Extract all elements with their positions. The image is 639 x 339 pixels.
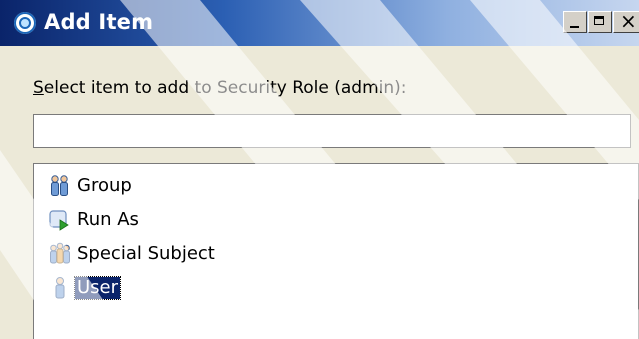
window-title: Add Item — [44, 10, 154, 34]
item-filter-input[interactable] — [33, 114, 631, 148]
add-item-dialog: Add Item Select item to add to Security … — [0, 0, 639, 339]
tree-item-special-subject-label: Special Subject — [77, 243, 215, 264]
select-item-label: Select item to add to Security Role (adm… — [33, 78, 407, 98]
tree-item-user-label: User — [73, 276, 122, 300]
user-icon — [48, 276, 72, 300]
maximize-button[interactable] — [588, 11, 612, 33]
tree-item-run-as-label: Run As — [77, 209, 139, 230]
tree-item-special-subject[interactable]: Special Subject — [48, 240, 217, 268]
app-icon — [14, 12, 36, 34]
item-tree[interactable]: Group Run As Special Subject User — [33, 163, 639, 339]
title-bar[interactable]: Add Item — [0, 0, 639, 46]
group-icon — [48, 174, 72, 198]
select-item-label-text: elect item to add to Security Role (admi… — [43, 78, 407, 98]
special-subject-icon — [48, 242, 72, 266]
tree-item-group[interactable]: Group — [48, 172, 134, 200]
select-item-mnemonic: S — [33, 78, 44, 98]
tree-item-user[interactable]: User — [48, 274, 122, 302]
minimize-button[interactable] — [563, 11, 587, 33]
tree-item-run-as[interactable]: Run As — [48, 206, 141, 234]
run-as-icon — [48, 208, 72, 232]
tree-item-group-label: Group — [77, 175, 132, 196]
close-button[interactable] — [613, 9, 639, 33]
